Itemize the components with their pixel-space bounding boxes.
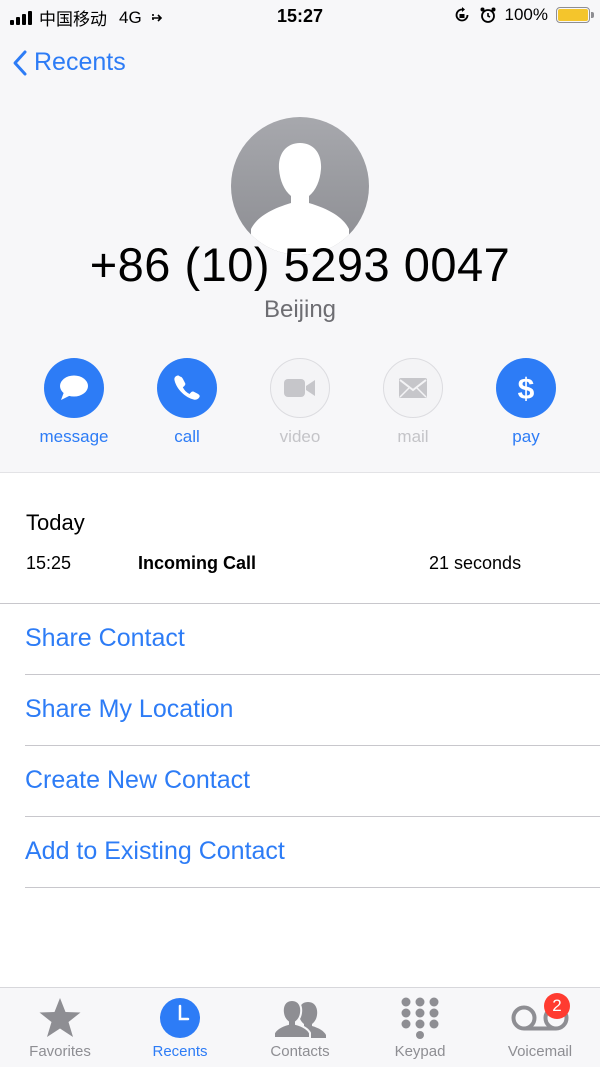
call-type: Incoming Call bbox=[138, 553, 257, 573]
back-label: Recents bbox=[34, 48, 126, 76]
dollar-icon: $ bbox=[518, 373, 535, 405]
mail-circle[interactable] bbox=[383, 358, 443, 418]
message-icon bbox=[60, 375, 88, 400]
call-duration: 21 seconds bbox=[429, 553, 522, 573]
mail-button[interactable]: mail bbox=[363, 358, 463, 447]
share-contact-label: Share Contact bbox=[25, 624, 185, 652]
tab-voicemail-label: Voicemail bbox=[507, 1043, 573, 1060]
create-contact-label: Create New Contact bbox=[25, 766, 251, 794]
message-circle[interactable] bbox=[44, 358, 104, 418]
chevron-left-icon bbox=[13, 50, 27, 75]
contact-options: Share Contact Share My Location Create N… bbox=[0, 604, 600, 888]
number-location: Beijing bbox=[263, 296, 337, 323]
video-circle[interactable] bbox=[270, 358, 330, 418]
contacts-icon bbox=[273, 998, 326, 1038]
pay-circle[interactable]: $ bbox=[496, 358, 556, 418]
video-icon bbox=[284, 379, 315, 397]
message-button[interactable]: message bbox=[24, 358, 124, 447]
tab-keypad[interactable]: Keypad bbox=[360, 996, 480, 1060]
keypad-icon bbox=[401, 997, 439, 1039]
mail-icon bbox=[399, 378, 427, 398]
create-contact-option[interactable]: Create New Contact bbox=[25, 746, 600, 817]
phone-icon bbox=[174, 375, 200, 400]
pay-label: pay bbox=[512, 427, 540, 446]
tab-contacts[interactable]: Contacts bbox=[240, 996, 360, 1060]
status-right: 100% bbox=[453, 5, 594, 25]
tab-bar: Favorites Recents Contacts Keypad 2 Voic… bbox=[0, 987, 600, 1067]
svg-text:$: $ bbox=[518, 373, 535, 405]
tab-recents-label: Recents bbox=[152, 1043, 208, 1060]
tab-recents[interactable]: Recents bbox=[120, 996, 240, 1060]
video-button[interactable]: video bbox=[250, 358, 350, 447]
pay-button[interactable]: $ pay bbox=[476, 358, 576, 447]
battery-icon bbox=[556, 7, 594, 23]
back-button[interactable]: Recents bbox=[12, 48, 126, 77]
alarm-icon bbox=[480, 7, 496, 23]
star-icon bbox=[39, 998, 81, 1037]
add-existing-option[interactable]: Add to Existing Contact bbox=[25, 817, 600, 888]
call-circle[interactable] bbox=[157, 358, 217, 418]
avatar bbox=[231, 117, 369, 255]
call-label: call bbox=[174, 427, 200, 446]
video-label: video bbox=[279, 427, 321, 446]
share-contact-option[interactable]: Share Contact bbox=[25, 604, 600, 675]
status-bar: 中国移动 4G 15:27 100% bbox=[0, 0, 600, 34]
rotation-lock-icon bbox=[455, 7, 468, 22]
tab-keypad-label: Keypad bbox=[394, 1043, 446, 1060]
clock-icon bbox=[160, 998, 200, 1038]
contact-header: Recents +86 (10) 5293 0047 Beijing messa… bbox=[0, 34, 600, 473]
share-location-option[interactable]: Share My Location bbox=[25, 675, 600, 746]
person-silhouette-icon bbox=[251, 143, 349, 255]
message-label: message bbox=[39, 427, 109, 446]
battery-percent: 100% bbox=[504, 5, 548, 24]
tab-contacts-label: Contacts bbox=[270, 1043, 330, 1060]
call-button[interactable]: call bbox=[137, 358, 237, 447]
action-buttons: message call video mail $ pay bbox=[0, 358, 600, 458]
mail-label: mail bbox=[397, 427, 429, 446]
phone-number: +86 (10) 5293 0047 bbox=[89, 238, 511, 291]
tab-favorites-label: Favorites bbox=[29, 1043, 91, 1060]
call-time: 15:25 bbox=[26, 553, 72, 573]
tab-voicemail[interactable]: 2 Voicemail bbox=[480, 993, 600, 1060]
recent-calls-section: Today 15:25 Incoming Call 21 seconds bbox=[0, 473, 600, 604]
recent-day: Today bbox=[26, 510, 85, 535]
add-existing-label: Add to Existing Contact bbox=[25, 837, 285, 865]
voicemail-badge: 2 bbox=[544, 993, 570, 1019]
tab-favorites[interactable]: Favorites bbox=[0, 996, 120, 1060]
share-location-label: Share My Location bbox=[25, 695, 234, 723]
